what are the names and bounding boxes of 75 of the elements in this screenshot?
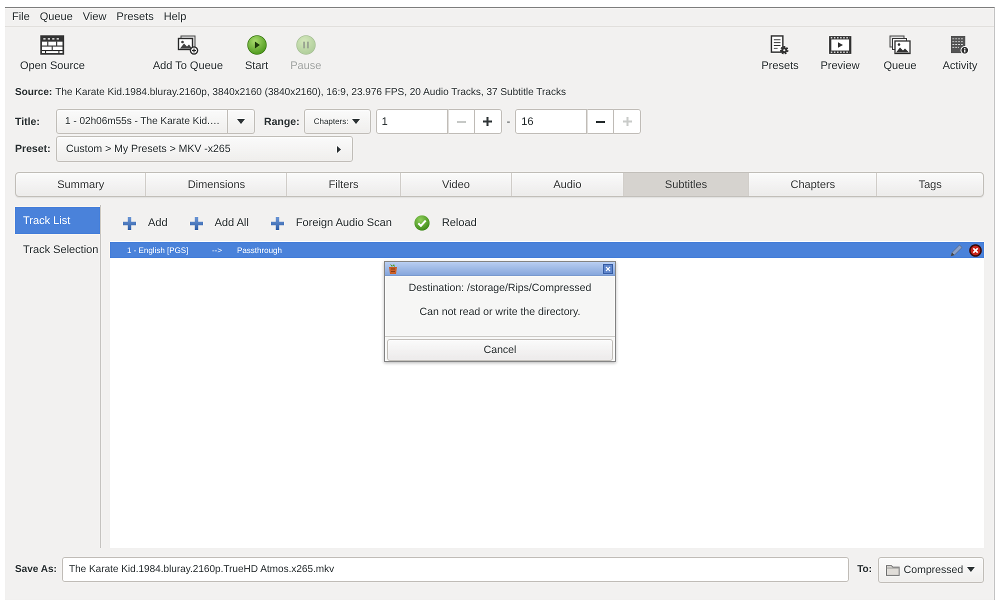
dialog-message: Destination: /storage/Rips/Compressed: [408, 281, 592, 296]
source-label: Source:: [15, 86, 52, 98]
dialog-message: Can not read or write the directory.: [420, 305, 580, 320]
document-gear-icon: [770, 35, 790, 55]
tab[interactable]: Dimensions: [145, 173, 286, 196]
plus-icon: [270, 216, 284, 230]
pause-icon: [296, 35, 316, 55]
pencil-icon[interactable]: [950, 244, 963, 256]
toolbar-button[interactable]: Foreign Audio Scan: [264, 212, 399, 234]
toolbar-button[interactable]: Reload: [406, 211, 484, 235]
range-start-field[interactable]: 1: [376, 109, 448, 134]
plus-sign-icon: [622, 117, 632, 126]
minus-icon: [596, 120, 606, 122]
track-row[interactable]: 1 - English [PGS] --> Passthrough: [110, 242, 984, 258]
preset-label: Preset:: [15, 143, 52, 155]
app-icon: [388, 264, 398, 274]
toolbar-button[interactable]: Add To Queue: [144, 27, 231, 76]
title-label: Title:: [15, 116, 41, 128]
tab[interactable]: Tags: [876, 173, 984, 196]
plus-sign-icon: [483, 117, 492, 126]
menu-item[interactable]: View: [78, 9, 112, 25]
tab[interactable]: Chapters: [748, 173, 876, 196]
tab[interactable]: Summary: [16, 173, 146, 196]
caret-icon: [237, 119, 245, 124]
toolbar-button[interactable]: Preview: [811, 27, 869, 76]
decrement-button[interactable]: [587, 109, 614, 134]
save-as-field[interactable]: The Karate Kid.1984.bluray.2160p.TrueHD Atmos.x265.mkv: [62, 557, 850, 582]
destination-label: To:: [857, 564, 872, 575]
clapperboard-icon: [40, 35, 65, 55]
menu-item[interactable]: Help: [158, 9, 192, 25]
save-as-label: Save As:: [15, 564, 58, 575]
sidebar-item[interactable]: Track List: [15, 207, 100, 234]
menu-item[interactable]: File: [7, 9, 35, 25]
tab[interactable]: Video: [400, 173, 512, 196]
film-play-icon: [828, 35, 852, 55]
range-separator: -: [506, 116, 510, 128]
toolbar-button[interactable]: Open Source: [12, 27, 93, 76]
check-icon: [414, 215, 430, 231]
minus-icon: [456, 120, 466, 122]
menu-item[interactable]: Presets: [111, 9, 159, 25]
toolbar-button[interactable]: Add All: [182, 212, 256, 234]
tab[interactable]: Filters: [286, 173, 400, 196]
toolbar-button[interactable]: Activity: [931, 27, 989, 76]
track-arrow: -->: [212, 246, 223, 254]
range-mode-dropdown[interactable]: Chapters:: [304, 109, 371, 134]
plus-icon: [123, 216, 136, 230]
plus-icon: [190, 216, 203, 230]
track-source: 1 - English [PGS]: [127, 246, 190, 254]
play-icon: [246, 35, 267, 55]
range-end-field[interactable]: 16: [515, 109, 588, 134]
close-icon[interactable]: [603, 264, 613, 274]
delete-icon[interactable]: [969, 244, 982, 256]
picture-add-icon: [176, 35, 199, 55]
folder-icon: [886, 564, 900, 576]
sidebar-item[interactable]: Track Selection: [15, 236, 100, 263]
toolbar-button[interactable]: Start: [236, 27, 276, 76]
caret-icon: [352, 119, 360, 124]
cancel-button[interactable]: Cancel: [387, 339, 613, 361]
track-output: Passthrough: [237, 246, 282, 254]
menu-item[interactable]: Queue: [34, 9, 78, 25]
source-info: The Karate Kid.1984.bluray.2160p, 3840x2160 (3840x2160), 16:9, 23.976 FPS, 20 Audio Tracks, 37 Subtitle Tracks: [55, 86, 566, 98]
dropdown-button[interactable]: [228, 109, 255, 134]
toolbar-button[interactable]: Add: [116, 212, 175, 234]
preset-menu-button[interactable]: Custom > My Presets > MKV -x265: [56, 136, 353, 162]
toolbar-button[interactable]: Queue: [871, 27, 929, 76]
increment-button[interactable]: [474, 109, 502, 134]
caret-icon: [967, 567, 975, 572]
title-dropdown[interactable]: 1 - 02h06m55s - The Karate Kid.…: [56, 109, 228, 134]
toolbar-button[interactable]: Presets: [751, 27, 809, 76]
stacked-pictures-icon: [889, 35, 911, 55]
tab[interactable]: Subtitles: [622, 173, 748, 196]
grid-info-icon: [950, 35, 970, 55]
range-label: Range:: [264, 116, 300, 128]
destination-dropdown[interactable]: Compressed: [878, 556, 984, 582]
triangle-right-icon: [337, 146, 341, 152]
